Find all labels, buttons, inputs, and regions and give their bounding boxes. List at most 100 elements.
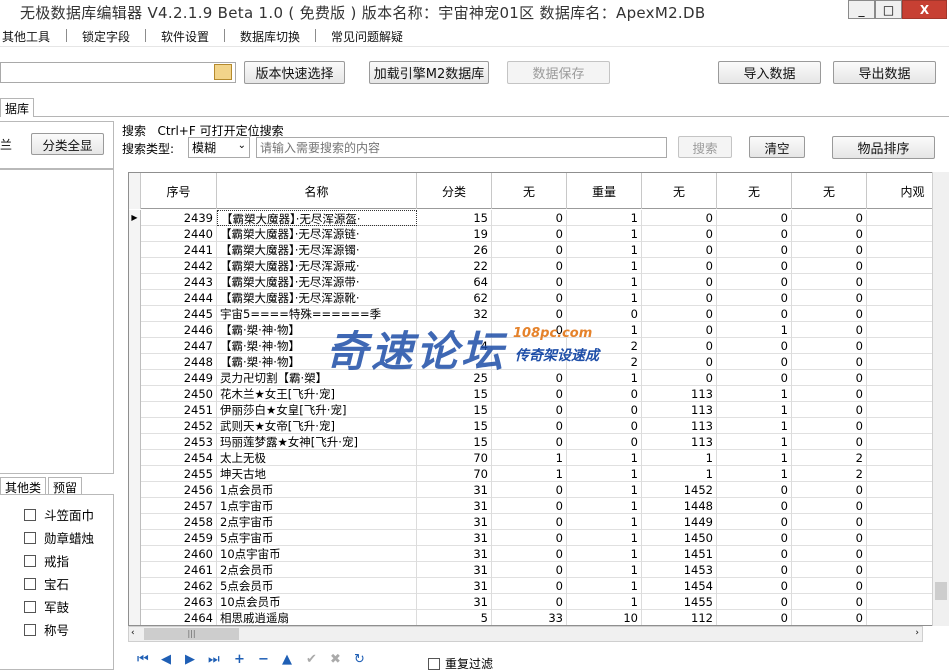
table-row[interactable]: 2453玛丽莲梦露★女神[飞升·宠]150011310203 (129, 434, 945, 450)
table-row[interactable]: 2442【霸槊大魔器】·无尽浑源戒·2201000203 (129, 258, 945, 274)
row-indicator[interactable] (129, 338, 141, 354)
cell-none-2[interactable]: 1448 (642, 498, 717, 514)
cell-none-2[interactable]: 0 (642, 274, 717, 290)
cell-name[interactable]: 10点会员币 (217, 594, 417, 610)
maximize-button[interactable]: □ (875, 0, 902, 19)
tab-database[interactable]: 据库 (0, 98, 35, 117)
check-medal-candle[interactable]: 勋章蜡烛 (24, 528, 94, 547)
cell-none-3[interactable]: 0 (717, 530, 792, 546)
col-header-none-2[interactable]: 无 (642, 173, 717, 209)
cell-none-1[interactable]: 1 (492, 450, 567, 466)
cell-id[interactable]: 2456 (141, 482, 217, 498)
cell-none-2[interactable]: 113 (642, 434, 717, 450)
cell-weight[interactable]: 1 (567, 370, 642, 386)
cell-category[interactable]: 5 (417, 610, 492, 625)
cell-id[interactable]: 2455 (141, 466, 217, 482)
cell-weight[interactable]: 0 (567, 418, 642, 434)
check-gem[interactable]: 宝石 (24, 574, 69, 593)
h-scroll-thumb[interactable]: ||| (144, 628, 239, 640)
checkbox[interactable] (24, 531, 36, 544)
cell-none-3[interactable]: 0 (717, 274, 792, 290)
cell-weight[interactable]: 1 (567, 530, 642, 546)
cell-none-1[interactable]: 0 (492, 418, 567, 434)
cell-category[interactable]: 26 (417, 242, 492, 258)
cell-id[interactable]: 2439 (141, 210, 217, 226)
cell-none-3[interactable]: 0 (717, 482, 792, 498)
cell-none-1[interactable]: 0 (492, 226, 567, 242)
cell-none-2[interactable]: 0 (642, 210, 717, 226)
cell-name[interactable]: 花木兰★女王[飞升·宠] (217, 386, 417, 402)
cell-category[interactable]: 31 (417, 546, 492, 562)
cell-category[interactable]: 15 (417, 210, 492, 226)
cell-none-1[interactable]: 0 (492, 562, 567, 578)
table-row[interactable]: 2450花木兰★女王[飞升·宠]150011310203 (129, 386, 945, 402)
cell-none-3[interactable]: 1 (717, 466, 792, 482)
cell-none-3[interactable]: 0 (717, 562, 792, 578)
cell-category[interactable]: 31 (417, 578, 492, 594)
cell-none-2[interactable]: 1449 (642, 514, 717, 530)
cell-id[interactable]: 2454 (141, 450, 217, 466)
cell-category[interactable]: 31 (417, 562, 492, 578)
db-path-field[interactable] (0, 62, 236, 83)
cell-id[interactable]: 2453 (141, 434, 217, 450)
cell-none-1[interactable]: 33 (492, 610, 567, 625)
cell-none-4[interactable]: 0 (792, 386, 867, 402)
checkbox[interactable] (24, 577, 36, 590)
cell-none-4[interactable]: 0 (792, 610, 867, 625)
cell-none-4[interactable]: 0 (792, 210, 867, 226)
cell-none-3[interactable]: 1 (717, 434, 792, 450)
vertical-scrollbar[interactable] (932, 172, 949, 626)
cell-name[interactable]: 【霸槊大魔器】·无尽浑源镯· (217, 242, 417, 258)
cell-none-1[interactable]: 0 (492, 434, 567, 450)
cell-none-4[interactable]: 0 (792, 418, 867, 434)
row-indicator[interactable] (129, 578, 141, 594)
cell-none-1[interactable]: 0 (492, 498, 567, 514)
cell-weight[interactable]: 1 (567, 546, 642, 562)
cell-id[interactable]: 2450 (141, 386, 217, 402)
col-header-name[interactable]: 名称 (217, 173, 417, 209)
cell-none-4[interactable]: 0 (792, 274, 867, 290)
load-engine-button[interactable]: 加载引擎M2数据库 (369, 61, 489, 84)
search-type-select[interactable]: 模糊 ⌄ (188, 137, 250, 158)
table-row[interactable]: 24612点会员币3101145300203 (129, 562, 945, 578)
cell-id[interactable]: 2457 (141, 498, 217, 514)
cell-none-2[interactable]: 113 (642, 386, 717, 402)
table-row[interactable]: 24595点宇宙币3101145000203 (129, 530, 945, 546)
table-row[interactable]: 2455坤天古地701111211 (129, 466, 945, 482)
cell-id[interactable]: 2443 (141, 274, 217, 290)
menu-settings[interactable]: 软件设置 (161, 28, 209, 45)
row-indicator[interactable] (129, 258, 141, 274)
cell-id[interactable]: 2448 (141, 354, 217, 370)
col-header-category[interactable]: 分类 (417, 173, 492, 209)
cell-category[interactable]: 15 (417, 402, 492, 418)
col-header-weight[interactable]: 重量 (567, 173, 642, 209)
table-row[interactable]: 2443【霸槊大魔器】·无尽浑源带·6401000203 (129, 274, 945, 290)
menu-other-tools[interactable]: 其他工具 (2, 28, 50, 45)
menu-lock-fields[interactable]: 锁定字段 (82, 28, 130, 45)
clear-button[interactable]: 清空 (749, 136, 805, 158)
cell-category[interactable]: 22 (417, 258, 492, 274)
cell-none-2[interactable]: 1 (642, 450, 717, 466)
folder-icon[interactable] (214, 64, 232, 80)
cell-none-4[interactable]: 0 (792, 290, 867, 306)
row-indicator[interactable] (129, 466, 141, 482)
cell-name[interactable]: 10点宇宙币 (217, 546, 417, 562)
row-indicator[interactable] (129, 434, 141, 450)
cell-id[interactable]: 2451 (141, 402, 217, 418)
table-row[interactable]: 24625点会员币3101145400203 (129, 578, 945, 594)
cell-none-4[interactable]: 2 (792, 450, 867, 466)
cell-none-3[interactable]: 1 (717, 418, 792, 434)
cell-name[interactable]: 玛丽莲梦露★女神[飞升·宠] (217, 434, 417, 450)
cell-none-2[interactable]: 1 (642, 466, 717, 482)
cell-weight[interactable]: 1 (567, 466, 642, 482)
row-indicator[interactable] (129, 370, 141, 386)
table-row[interactable]: 2454太上无极701111211 (129, 450, 945, 466)
cell-none-4[interactable]: 0 (792, 322, 867, 338)
search-button[interactable]: 搜索 (678, 136, 732, 158)
cell-id[interactable]: 2459 (141, 530, 217, 546)
cell-none-3[interactable]: 0 (717, 514, 792, 530)
cell-id[interactable]: 2447 (141, 338, 217, 354)
cell-weight[interactable]: 1 (567, 210, 642, 226)
cancel-icon[interactable]: ✖ (330, 652, 341, 667)
add-icon[interactable]: + (234, 652, 245, 667)
